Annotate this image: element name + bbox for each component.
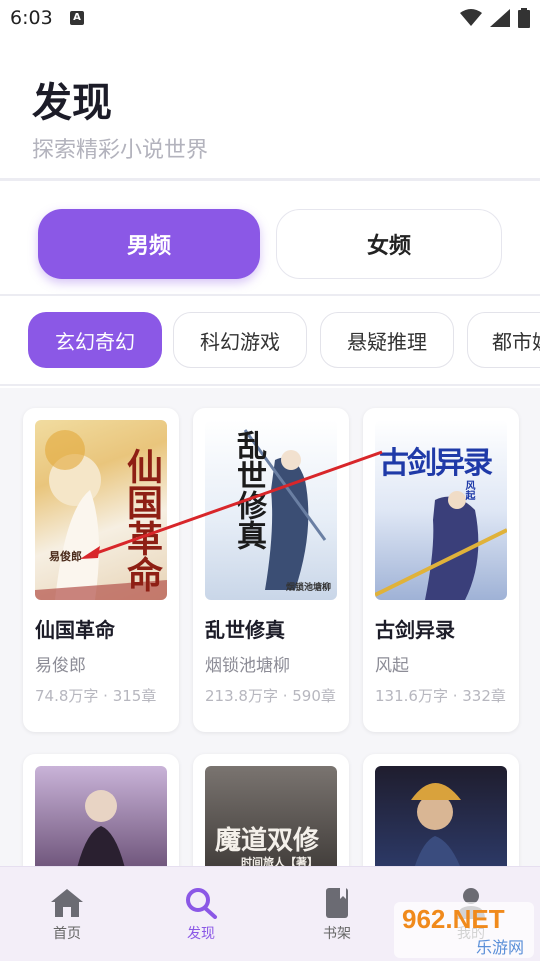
page-header: 发现 探索精彩小说世界 <box>0 36 540 178</box>
notification-icon: A <box>70 11 84 25</box>
book-meta: 131.6万字 · 332章 <box>375 687 506 705</box>
search-icon <box>186 888 217 919</box>
book-cover: 魔道双修 时间旅人【著】 <box>205 766 337 866</box>
nav-discover-label: 发现 <box>187 926 215 942</box>
wifi-icon <box>460 9 482 26</box>
book-cover: 古剑异录 风起 <box>375 420 507 600</box>
status-icons <box>460 8 530 28</box>
battery-icon <box>518 8 530 28</box>
cover-title: 魔道双修 <box>215 826 320 856</box>
status-time: 6:03 <box>10 7 53 29</box>
cover-title: 乱世修真 <box>231 430 266 550</box>
book-title: 乱世修真 <box>205 618 285 642</box>
cover-author: 烟锁池塘柳 <box>285 583 331 593</box>
cover-author: 时间旅人【著】 <box>241 856 318 866</box>
status-bar: 6:03 A <box>0 0 540 36</box>
page-title: 发现 <box>32 80 112 126</box>
book-cover <box>35 766 167 866</box>
book-meta: 213.8万字 · 590章 <box>205 687 336 705</box>
book-card[interactable]: 乱世修真 烟锁池塘柳 乱世修真 烟锁池塘柳 213.8万字 · 590章 <box>193 408 349 732</box>
watermark-sub: 乐游网 <box>475 938 524 957</box>
book-title: 古剑异录 <box>375 618 455 642</box>
book-grid: 仙国革命 易俊郎 仙国革命 易俊郎 74.8万字 · 315章 乱世修真 烟锁池… <box>0 388 540 866</box>
header-divider <box>0 178 540 181</box>
nav-home-label: 首页 <box>53 926 81 942</box>
category-chip-scifi[interactable]: 科幻游戏 <box>173 312 307 368</box>
tab-male[interactable]: 男频 <box>38 209 260 279</box>
watermark-logo: 962.NET 乐游网 <box>394 902 534 958</box>
category-chip-mystery[interactable]: 悬疑推理 <box>320 312 454 368</box>
book-title: 仙国革命 <box>35 618 115 642</box>
gender-tabs: 男频 女频 <box>0 182 540 294</box>
cover-author: 风起 <box>463 480 474 500</box>
nav-discover[interactable]: 发现 <box>156 887 246 943</box>
book-author: 易俊郎 <box>35 656 86 676</box>
book-meta: 74.8万字 · 315章 <box>35 687 157 705</box>
watermark-brand: 962.NET <box>402 904 505 934</box>
book-icon <box>326 888 348 918</box>
category-chip-urban[interactable]: 都市娱 <box>467 312 540 368</box>
category-chip-fantasy[interactable]: 玄幻奇幻 <box>28 312 162 368</box>
nav-bookshelf-label: 书架 <box>323 926 351 942</box>
book-author: 风起 <box>375 656 409 676</box>
signal-icon <box>490 9 510 27</box>
book-card[interactable]: 魔道双修 时间旅人【著】 <box>193 754 349 866</box>
book-cover: 乱世修真 烟锁池塘柳 <box>205 420 337 600</box>
book-card[interactable] <box>363 754 519 866</box>
book-cover: 仙国革命 易俊郎 <box>35 420 167 600</box>
book-author: 烟锁池塘柳 <box>205 656 290 676</box>
tab-female[interactable]: 女频 <box>276 209 502 279</box>
book-card[interactable]: 仙国革命 易俊郎 仙国革命 易俊郎 74.8万字 · 315章 <box>23 408 179 732</box>
home-icon <box>51 889 83 917</box>
nav-bookshelf[interactable]: 书架 <box>292 887 382 943</box>
nav-home[interactable]: 首页 <box>22 887 112 943</box>
book-cover <box>375 766 507 866</box>
tabs-divider <box>0 294 540 296</box>
book-card[interactable] <box>23 754 179 866</box>
cover-illustration <box>77 790 125 866</box>
page-subtitle: 探索精彩小说世界 <box>32 138 209 163</box>
book-card[interactable]: 古剑异录 风起 古剑异录 风起 131.6万字 · 332章 <box>363 408 519 732</box>
cover-title: 古剑异录 <box>379 446 493 481</box>
cover-author: 易俊郎 <box>49 550 82 563</box>
category-chips: 玄幻奇幻 科幻游戏 悬疑推理 都市娱 <box>0 298 540 384</box>
cover-title: 仙国革命 <box>121 448 163 592</box>
chips-divider <box>0 384 540 386</box>
cover-illustration <box>411 783 461 866</box>
